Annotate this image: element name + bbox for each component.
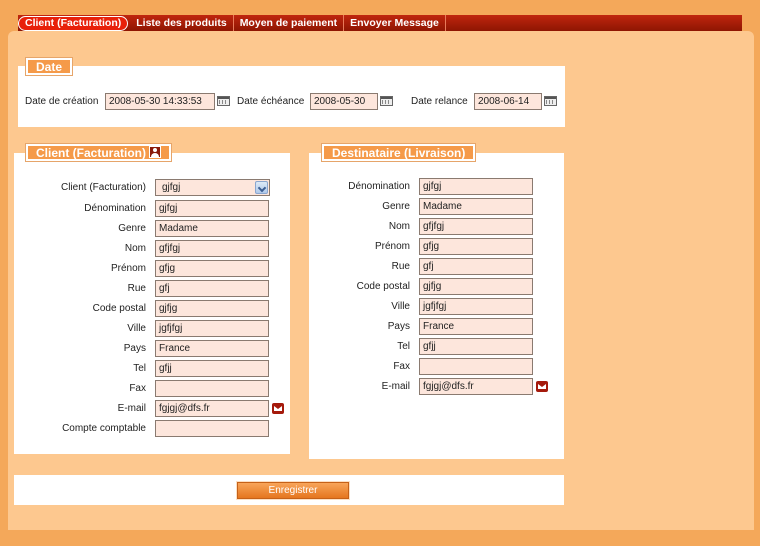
destinataire-code-postal-label: Code postal <box>356 281 410 292</box>
destinataire-code-postal-input[interactable]: gjfjg <box>419 278 533 295</box>
destinataire-ville-label: Ville <box>391 301 410 312</box>
destinataire-rue-label: Rue <box>391 261 410 272</box>
person-icon <box>149 146 161 158</box>
client-legend: Client (Facturation) <box>26 144 171 161</box>
destinataire-tel-label: Tel <box>397 341 410 352</box>
client-pays-label: Pays <box>123 343 146 354</box>
client-compte-comptable-input[interactable] <box>155 420 269 437</box>
client-nom-input[interactable]: gfjfgj <box>155 240 269 257</box>
client-select-label: Client (Facturation) <box>60 182 146 193</box>
calendar-icon[interactable] <box>217 96 230 106</box>
destinataire-tel-input[interactable]: gfjj <box>419 338 533 355</box>
destinataire-rue-input[interactable]: gfj <box>419 258 533 275</box>
chevron-down-icon[interactable] <box>255 181 268 194</box>
date-creation-input[interactable]: 2008-05-30 14:33:53 <box>105 93 215 110</box>
client-rue-input[interactable]: gfj <box>155 280 269 297</box>
client-e-mail-input[interactable]: fgjgj@dfs.fr <box>155 400 269 417</box>
client-ville-label: Ville <box>127 323 146 334</box>
save-button[interactable]: Enregistrer <box>237 482 349 499</box>
date-echeance-label: Date échéance <box>237 96 305 107</box>
client-rue-label: Rue <box>127 283 146 294</box>
destinataire-denomination-label: Dénomination <box>348 181 410 192</box>
client-select[interactable]: gjfgj <box>155 179 270 196</box>
calendar-icon[interactable] <box>380 96 393 106</box>
date-creation-label: Date de création <box>25 96 99 107</box>
calendar-icon[interactable] <box>544 96 557 106</box>
destinataire-ville-input[interactable]: jgfjfgj <box>419 298 533 315</box>
tab-moyen-paiement[interactable]: Moyen de paiement <box>234 15 345 31</box>
date-echeance-input[interactable]: 2008-05-30 <box>310 93 378 110</box>
client-fax-label: Fax <box>129 383 146 394</box>
destinataire-genre-input[interactable]: Madame <box>419 198 533 215</box>
destinataire-fax-label: Fax <box>393 361 410 372</box>
top-nav: Client (Facturation) Liste des produits … <box>18 15 742 31</box>
client-prenom-label: Prénom <box>110 263 146 274</box>
client-e-mail-label: E-mail <box>117 403 146 414</box>
destinataire-genre-label: Genre <box>382 201 410 212</box>
mail-icon[interactable] <box>272 403 284 414</box>
destinataire-fax-input[interactable] <box>419 358 533 375</box>
client-select-value: gjfgj <box>162 182 181 193</box>
client-legend-title: Client (Facturation) <box>36 146 146 160</box>
destinataire-pays-label: Pays <box>387 321 410 332</box>
client-tel-label: Tel <box>133 363 146 374</box>
destinataire-e-mail-input[interactable]: fgjgj@dfs.fr <box>419 378 533 395</box>
client-genre-label: Genre <box>118 223 146 234</box>
mail-icon[interactable] <box>536 381 548 392</box>
date-legend: Date <box>26 58 73 75</box>
client-nom-label: Nom <box>124 243 146 254</box>
client-denomination-input[interactable]: gjfgj <box>155 200 269 217</box>
destinataire-nom-label: Nom <box>388 221 410 232</box>
tab-liste-produits[interactable]: Liste des produits <box>130 15 234 31</box>
date-relance-input[interactable]: 2008-06-14 <box>474 93 542 110</box>
client-prenom-input[interactable]: gfjg <box>155 260 269 277</box>
destinataire-legend: Destinataire (Livraison) <box>322 144 476 161</box>
client-code-postal-input[interactable]: gjfjg <box>155 300 269 317</box>
destinataire-prenom-input[interactable]: gfjg <box>419 238 533 255</box>
client-tel-input[interactable]: gfjj <box>155 360 269 377</box>
tab-envoyer-message[interactable]: Envoyer Message <box>344 15 446 31</box>
client-ville-input[interactable]: jgfjfgj <box>155 320 269 337</box>
destinataire-denomination-input[interactable]: gjfgj <box>419 178 533 195</box>
client-code-postal-label: Code postal <box>92 303 146 314</box>
destinataire-nom-input[interactable]: gfjfgj <box>419 218 533 235</box>
client-compte-comptable-label: Compte comptable <box>62 423 146 434</box>
client-fax-input[interactable] <box>155 380 269 397</box>
tab-client-facturation[interactable]: Client (Facturation) <box>18 15 129 31</box>
destinataire-prenom-label: Prénom <box>374 241 410 252</box>
client-pays-input[interactable]: France <box>155 340 269 357</box>
destinataire-pays-input[interactable]: France <box>419 318 533 335</box>
client-genre-input[interactable]: Madame <box>155 220 269 237</box>
client-denomination-label: Dénomination <box>84 203 146 214</box>
destinataire-e-mail-label: E-mail <box>381 381 410 392</box>
date-relance-label: Date relance <box>411 96 468 107</box>
